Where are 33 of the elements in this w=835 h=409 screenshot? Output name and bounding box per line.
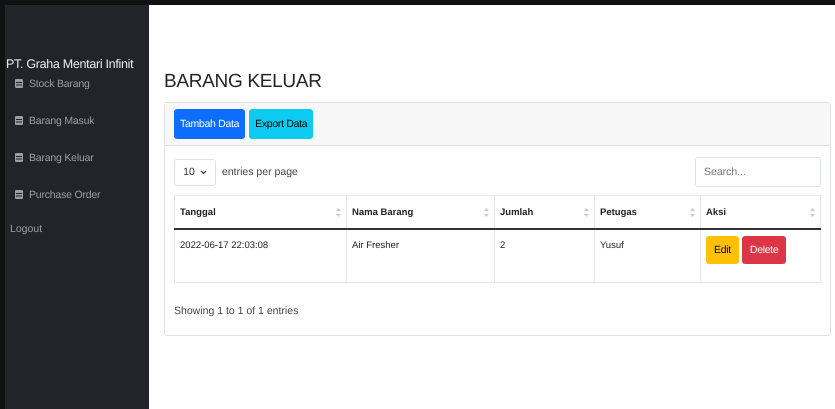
table-icon bbox=[15, 79, 23, 88]
brand-name: PT. Graha Mentari Infinit bbox=[5, 57, 134, 71]
action-button[interactable]: Edit bbox=[706, 236, 739, 264]
per-page-select[interactable]: 10 bbox=[174, 158, 216, 186]
table-icon bbox=[15, 153, 23, 162]
search-field[interactable]: Search... bbox=[695, 157, 821, 187]
sort-icon bbox=[584, 208, 589, 216]
per-page-label: entries per page bbox=[222, 166, 298, 178]
sort-icon bbox=[810, 208, 815, 216]
entries-info: Showing 1 to 1 of 1 entries bbox=[174, 305, 300, 317]
logout-link[interactable]: Logout bbox=[5, 213, 149, 245]
action-button[interactable]: Delete bbox=[742, 236, 786, 264]
column-header[interactable]: Tanggal bbox=[174, 196, 346, 229]
table-cell: 2022-06-17 22:03:08 bbox=[174, 229, 346, 282]
table-cell: Air Fresher bbox=[346, 229, 494, 282]
table-icon bbox=[15, 190, 23, 199]
toolbar-button[interactable]: Tambah Data bbox=[174, 109, 246, 139]
column-header[interactable]: Aksi bbox=[700, 196, 820, 229]
chevron-icon bbox=[200, 170, 207, 174]
table-cell: 2 bbox=[494, 229, 594, 282]
sort-icon bbox=[690, 208, 695, 216]
sort-icon bbox=[484, 208, 489, 216]
column-header[interactable]: Petugas bbox=[594, 196, 700, 229]
sort-icon bbox=[336, 208, 341, 216]
page-title: BARANG KELUAR bbox=[164, 71, 323, 93]
sidebar-item[interactable]: Barang Masuk bbox=[5, 102, 149, 139]
table-cell: Yusuf bbox=[594, 229, 700, 282]
sidebar-item[interactable]: Barang Keluar bbox=[5, 139, 149, 176]
table-icon bbox=[15, 116, 23, 125]
toolbar-button[interactable]: Export Data bbox=[249, 109, 314, 139]
column-header[interactable]: Jumlah bbox=[494, 196, 594, 229]
column-header[interactable]: Nama Barang bbox=[346, 196, 494, 229]
sidebar-item[interactable]: Purchase Order bbox=[5, 176, 149, 213]
